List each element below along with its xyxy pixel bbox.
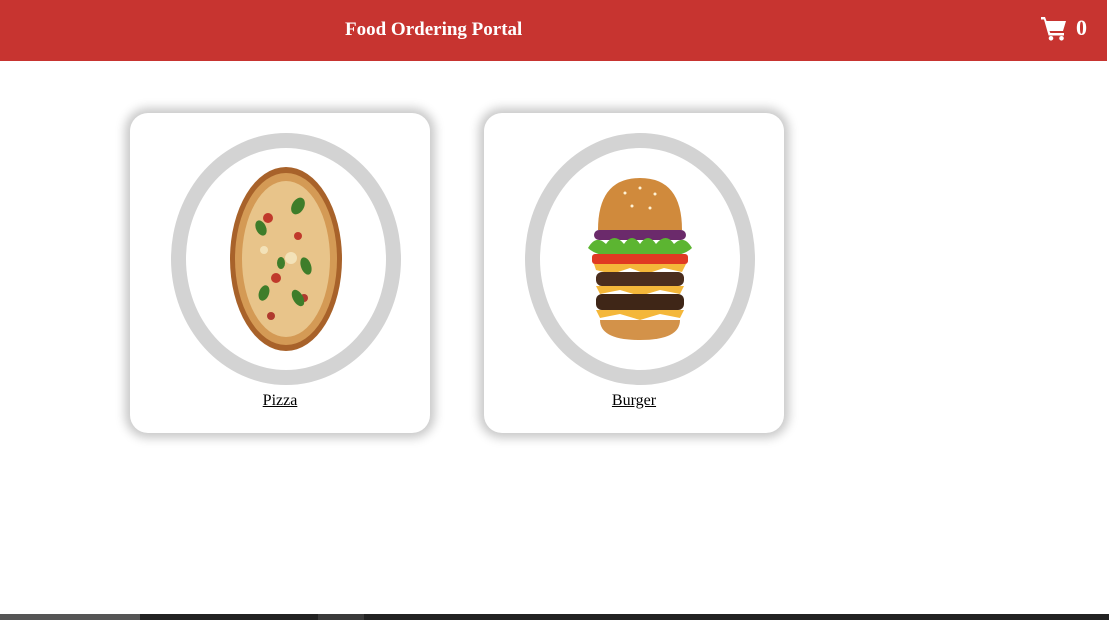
burger-link[interactable]: Burger <box>484 392 784 410</box>
menu-card-pizza[interactable]: Pizza <box>130 113 430 433</box>
burger-image-frame <box>525 133 755 385</box>
pizza-image <box>230 167 342 351</box>
taskbar-segment <box>0 614 140 620</box>
page-title: Food Ordering Portal <box>345 19 523 40</box>
pizza-link[interactable]: Pizza <box>130 392 430 410</box>
burger-image <box>588 178 692 340</box>
pizza-image-frame <box>171 133 401 385</box>
cart-button[interactable]: 0 <box>1040 14 1087 42</box>
cart-count: 0 <box>1076 15 1087 40</box>
taskbar-segment <box>318 614 364 620</box>
shopping-cart-icon <box>1040 15 1068 41</box>
menu-card-burger[interactable]: Burger <box>484 113 784 433</box>
taskbar <box>0 614 1109 620</box>
header-bar: Food Ordering Portal 0 <box>0 0 1107 61</box>
